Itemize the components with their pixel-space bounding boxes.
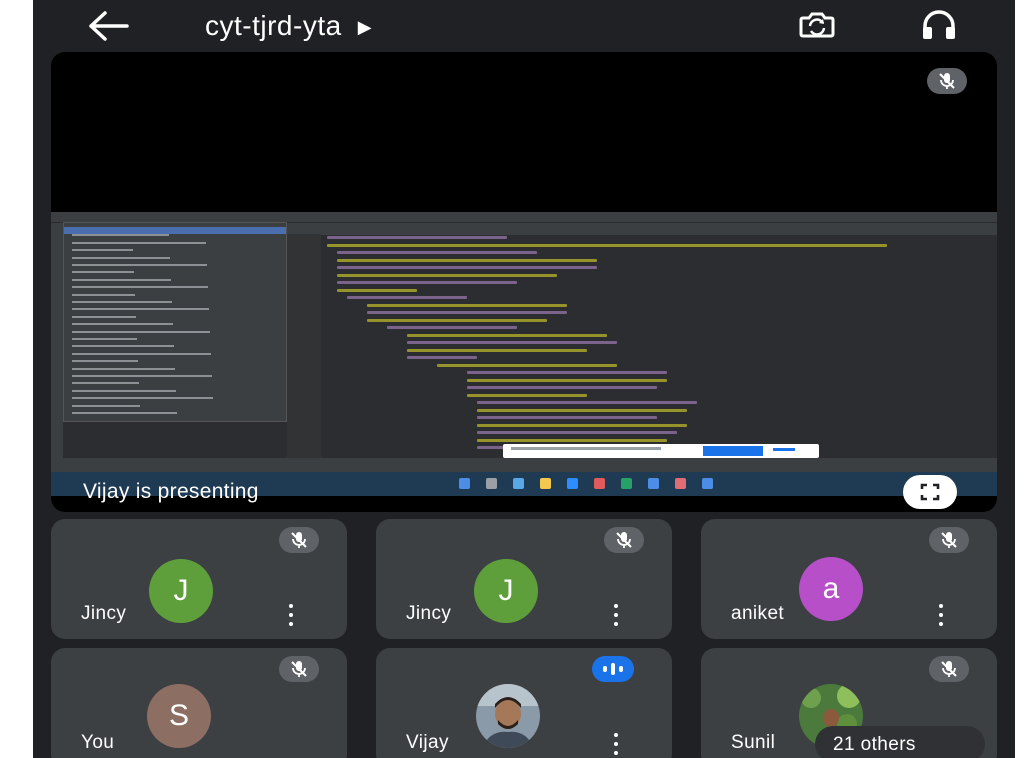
code-line — [367, 311, 567, 314]
ide-code-area — [327, 236, 997, 456]
mic-off-icon — [604, 527, 644, 553]
participant-tile[interactable]: J Jincy — [51, 519, 347, 639]
code-line — [467, 378, 667, 382]
shared-screen — [51, 212, 997, 472]
code-line — [407, 356, 477, 359]
avatar: a — [799, 557, 863, 621]
code-line — [337, 266, 597, 269]
meeting-code-button[interactable]: cyt-tjrd-yta ▶ — [205, 10, 372, 42]
code-line — [327, 243, 887, 247]
code-line — [337, 281, 517, 284]
ide-status-bar — [51, 458, 997, 472]
others-label: 21 others — [833, 734, 916, 755]
avatar: J — [149, 559, 213, 623]
taskbar-app-icon — [513, 478, 524, 489]
code-line — [327, 236, 507, 239]
hide-button — [773, 448, 795, 451]
avatar-photo — [476, 684, 540, 748]
code-line — [367, 318, 547, 322]
taskbar-app-icon — [567, 478, 578, 489]
avatar: S — [147, 684, 211, 748]
code-line — [407, 348, 587, 352]
taskbar-app-icon — [486, 478, 497, 489]
avatar: J — [474, 559, 538, 623]
code-line — [347, 296, 467, 299]
participant-name: Jincy — [81, 603, 127, 624]
code-line — [477, 416, 657, 419]
code-line — [477, 401, 697, 404]
presentation-tile[interactable]: Vijay is presenting — [51, 52, 997, 512]
taskbar-app-icon — [594, 478, 605, 489]
taskbar-app-icon — [459, 478, 470, 489]
sharing-notice-bar — [503, 444, 819, 458]
participant-name: aniket — [731, 603, 785, 624]
code-line — [477, 423, 687, 427]
mic-off-icon — [927, 68, 967, 94]
code-line — [367, 303, 567, 307]
top-bar: cyt-tjrd-yta ▶ — [33, 0, 1015, 52]
fullscreen-button[interactable] — [903, 475, 957, 509]
code-line — [337, 273, 557, 277]
code-line — [467, 371, 667, 374]
caret-right-icon: ▶ — [357, 17, 373, 38]
code-line — [337, 288, 417, 292]
code-line — [477, 408, 687, 412]
more-vert-icon[interactable] — [929, 601, 953, 629]
meeting-code: cyt-tjrd-yta — [205, 10, 342, 41]
taskbar-app-icon — [621, 478, 632, 489]
taskbar-app-icon — [540, 478, 551, 489]
participant-tile[interactable]: J Jincy — [376, 519, 672, 639]
others-button[interactable]: 21 others — [815, 726, 985, 758]
more-vert-icon[interactable] — [279, 601, 303, 629]
code-line — [407, 341, 617, 344]
ide-menu-bar — [51, 212, 997, 222]
speaking-indicator-icon — [592, 656, 634, 682]
code-line — [467, 386, 657, 389]
mic-off-icon — [929, 656, 969, 682]
code-line — [407, 333, 607, 337]
presenter-label: Vijay is presenting — [83, 480, 259, 503]
ide-line-gutter — [287, 234, 321, 458]
participant-tile[interactable]: Vijay — [376, 648, 672, 758]
code-line — [477, 438, 667, 442]
meet-call-screen: cyt-tjrd-yta ▶ Vijay is presenting J Jin… — [33, 0, 1015, 758]
more-vert-icon[interactable] — [604, 601, 628, 629]
code-line — [387, 326, 517, 329]
stop-sharing-button — [703, 446, 763, 456]
code-line — [467, 393, 587, 397]
participant-name: Vijay — [406, 732, 449, 753]
participant-name: Sunil — [731, 732, 776, 753]
mic-off-icon — [279, 656, 319, 682]
arrow-left-icon[interactable] — [85, 8, 133, 44]
code-line — [337, 251, 537, 254]
participant-tile[interactable]: a aniket — [701, 519, 997, 639]
taskbar-app-icon — [702, 478, 713, 489]
switch-camera-icon[interactable] — [795, 8, 839, 44]
mic-off-icon — [279, 527, 319, 553]
code-line — [477, 431, 677, 434]
ide-tool-strip — [51, 234, 63, 458]
code-line — [437, 363, 617, 367]
participant-name: You — [81, 732, 115, 753]
taskbar-app-icon — [675, 478, 686, 489]
mic-off-icon — [929, 527, 969, 553]
taskbar-app-icon — [648, 478, 659, 489]
participant-name: Jincy — [406, 603, 452, 624]
more-vert-icon[interactable] — [604, 730, 628, 758]
ide-file-menu — [63, 222, 287, 422]
code-line — [337, 258, 597, 262]
participant-tile-self[interactable]: S You — [51, 648, 347, 758]
headphones-icon[interactable] — [917, 8, 961, 44]
fullscreen-icon — [920, 483, 940, 501]
